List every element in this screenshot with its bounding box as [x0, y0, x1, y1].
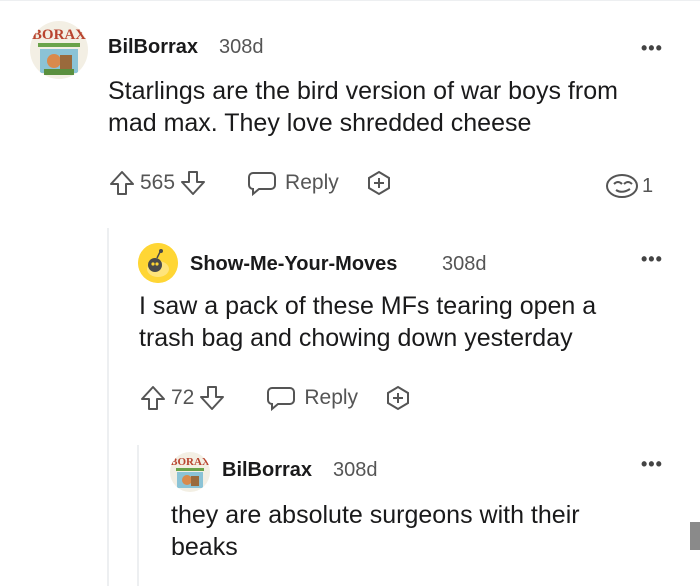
comment-body-line: trash bag and chowing down yesterday [139, 324, 573, 352]
comment-actions: 72 Reply [139, 382, 412, 414]
thread-line-level-1[interactable] [107, 228, 109, 586]
downvote-icon[interactable] [198, 384, 226, 412]
comment-body-line: I saw a pack of these MFs tearing open a [139, 292, 597, 320]
more-options-button[interactable]: ••• [641, 249, 663, 270]
reply-label: Reply [304, 386, 359, 409]
snoo-avatar-icon [138, 243, 178, 283]
comment-body-line: mad max. They love shredded cheese [108, 109, 532, 137]
more-options-button[interactable]: ••• [641, 38, 663, 59]
vote-score: 565 [140, 171, 176, 194]
avatar[interactable] [138, 243, 178, 283]
vote-group: 565 [108, 169, 207, 197]
comment-author[interactable]: BilBorrax [108, 36, 198, 59]
avatar[interactable]: BORAX [30, 21, 88, 79]
comment-author[interactable]: BilBorrax [222, 459, 312, 482]
award-add-icon[interactable] [384, 384, 412, 412]
award-display[interactable]: 1 [604, 172, 653, 200]
reply-bubble-icon [267, 387, 296, 412]
comment-age: 308d [333, 459, 378, 481]
upvote-icon[interactable] [139, 384, 167, 412]
reply-bubble-icon [248, 172, 277, 197]
awarded-badge-icon [606, 174, 638, 198]
more-options-button[interactable]: ••• [641, 454, 663, 475]
avatar[interactable]: BORAX [170, 452, 210, 492]
scrollbar-thumb[interactable] [690, 522, 700, 550]
comment-actions: 565 Reply [108, 167, 393, 199]
comment-body-line: they are absolute surgeons with their [171, 501, 580, 529]
award-add-icon[interactable] [365, 169, 393, 197]
comment-age: 308d [442, 253, 487, 275]
comment-body: Starlings are the bird version of war bo… [108, 75, 618, 139]
top-divider [0, 0, 700, 1]
reply-label: Reply [285, 171, 339, 194]
award-count: 1 [642, 174, 654, 197]
avatar-logo-text: BORAX [32, 27, 86, 43]
reply-button[interactable]: Reply [266, 384, 358, 412]
thread-line-level-2[interactable] [137, 445, 139, 586]
vote-group: 72 [139, 384, 226, 412]
upvote-icon[interactable] [108, 169, 136, 197]
comment-body: I saw a pack of these MFs tearing open a… [139, 290, 596, 354]
comment-age: 308d [219, 36, 264, 58]
borax-avatar-icon: BORAX [170, 452, 210, 492]
comment-author[interactable]: Show-Me-Your-Moves [190, 253, 397, 276]
comment-body-line: Starlings are the bird version of war bo… [108, 77, 618, 105]
vote-score: 72 [171, 386, 195, 409]
comment-body-line: beaks [171, 533, 238, 561]
comment-body: they are absolute surgeons with their be… [171, 499, 580, 563]
avatar-logo-text: BORAX [170, 456, 210, 468]
downvote-icon[interactable] [179, 169, 207, 197]
reply-button[interactable]: Reply [247, 169, 339, 197]
borax-avatar-icon: BORAX [30, 21, 88, 79]
